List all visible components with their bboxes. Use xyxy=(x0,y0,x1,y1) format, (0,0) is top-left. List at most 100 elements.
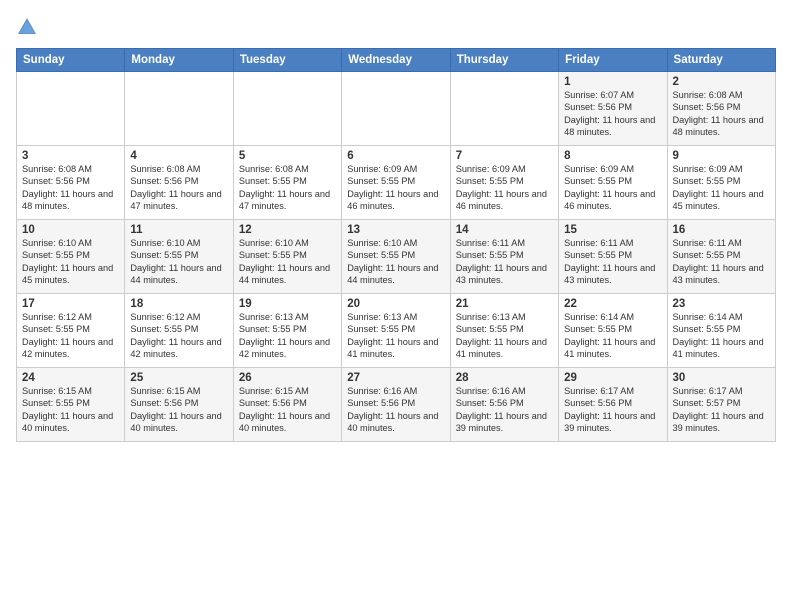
day-info: Sunrise: 6:08 AMSunset: 5:56 PMDaylight:… xyxy=(22,163,119,213)
calendar-cell: 15Sunrise: 6:11 AMSunset: 5:55 PMDayligh… xyxy=(559,220,667,294)
day-info: Sunrise: 6:11 AMSunset: 5:55 PMDaylight:… xyxy=(673,237,770,287)
day-number: 11 xyxy=(130,224,227,236)
day-number: 24 xyxy=(22,372,119,384)
day-info: Sunrise: 6:12 AMSunset: 5:55 PMDaylight:… xyxy=(22,311,119,361)
day-info: Sunrise: 6:10 AMSunset: 5:55 PMDaylight:… xyxy=(239,237,336,287)
day-info: Sunrise: 6:07 AMSunset: 5:56 PMDaylight:… xyxy=(564,89,661,139)
calendar-cell: 2Sunrise: 6:08 AMSunset: 5:56 PMDaylight… xyxy=(667,72,775,146)
calendar-week-4: 24Sunrise: 6:15 AMSunset: 5:55 PMDayligh… xyxy=(17,368,776,442)
calendar-cell: 6Sunrise: 6:09 AMSunset: 5:55 PMDaylight… xyxy=(342,146,450,220)
day-number: 9 xyxy=(673,150,770,162)
calendar-cell xyxy=(125,72,233,146)
calendar-cell xyxy=(17,72,125,146)
calendar-cell: 29Sunrise: 6:17 AMSunset: 5:56 PMDayligh… xyxy=(559,368,667,442)
day-info: Sunrise: 6:13 AMSunset: 5:55 PMDaylight:… xyxy=(347,311,444,361)
header xyxy=(16,16,776,38)
day-number: 19 xyxy=(239,298,336,310)
day-info: Sunrise: 6:09 AMSunset: 5:55 PMDaylight:… xyxy=(564,163,661,213)
calendar-cell: 10Sunrise: 6:10 AMSunset: 5:55 PMDayligh… xyxy=(17,220,125,294)
day-number: 17 xyxy=(22,298,119,310)
calendar-header-row: SundayMondayTuesdayWednesdayThursdayFrid… xyxy=(17,49,776,72)
day-info: Sunrise: 6:10 AMSunset: 5:55 PMDaylight:… xyxy=(347,237,444,287)
calendar-header-saturday: Saturday xyxy=(667,49,775,72)
day-number: 14 xyxy=(456,224,553,236)
day-number: 16 xyxy=(673,224,770,236)
day-info: Sunrise: 6:08 AMSunset: 5:56 PMDaylight:… xyxy=(673,89,770,139)
day-number: 27 xyxy=(347,372,444,384)
day-number: 13 xyxy=(347,224,444,236)
calendar-header-monday: Monday xyxy=(125,49,233,72)
calendar-cell: 7Sunrise: 6:09 AMSunset: 5:55 PMDaylight… xyxy=(450,146,558,220)
day-number: 26 xyxy=(239,372,336,384)
calendar-header-tuesday: Tuesday xyxy=(233,49,341,72)
day-info: Sunrise: 6:15 AMSunset: 5:56 PMDaylight:… xyxy=(239,385,336,435)
calendar-cell: 11Sunrise: 6:10 AMSunset: 5:55 PMDayligh… xyxy=(125,220,233,294)
day-number: 30 xyxy=(673,372,770,384)
page: SundayMondayTuesdayWednesdayThursdayFrid… xyxy=(0,0,792,612)
calendar-header-thursday: Thursday xyxy=(450,49,558,72)
day-number: 25 xyxy=(130,372,227,384)
calendar-cell: 12Sunrise: 6:10 AMSunset: 5:55 PMDayligh… xyxy=(233,220,341,294)
calendar-cell xyxy=(450,72,558,146)
day-number: 2 xyxy=(673,76,770,88)
day-number: 3 xyxy=(22,150,119,162)
day-info: Sunrise: 6:17 AMSunset: 5:56 PMDaylight:… xyxy=(564,385,661,435)
day-info: Sunrise: 6:08 AMSunset: 5:55 PMDaylight:… xyxy=(239,163,336,213)
day-info: Sunrise: 6:15 AMSunset: 5:56 PMDaylight:… xyxy=(130,385,227,435)
calendar-cell: 19Sunrise: 6:13 AMSunset: 5:55 PMDayligh… xyxy=(233,294,341,368)
day-info: Sunrise: 6:16 AMSunset: 5:56 PMDaylight:… xyxy=(347,385,444,435)
calendar-week-2: 10 Sunrise: 6:10 AMSunset: 5:55 PMDayligh… xyxy=(17,220,776,294)
calendar-cell: 16Sunrise: 6:11 AMSunset: 5:55 PMDayligh… xyxy=(667,220,775,294)
day-number: 15 xyxy=(564,224,661,236)
day-number: 7 xyxy=(456,150,553,162)
calendar-table: SundayMondayTuesdayWednesdayThursdayFrid… xyxy=(16,48,776,442)
day-number: 6 xyxy=(347,150,444,162)
calendar-cell: 9Sunrise: 6:09 AMSunset: 5:55 PMDaylight… xyxy=(667,146,775,220)
calendar-cell: 14Sunrise: 6:11 AMSunset: 5:55 PMDayligh… xyxy=(450,220,558,294)
calendar-cell: 28Sunrise: 6:16 AMSunset: 5:56 PMDayligh… xyxy=(450,368,558,442)
calendar-cell: 26Sunrise: 6:15 AMSunset: 5:56 PMDayligh… xyxy=(233,368,341,442)
calendar-cell: 5Sunrise: 6:08 AMSunset: 5:55 PMDaylight… xyxy=(233,146,341,220)
day-number: 23 xyxy=(673,298,770,310)
day-info: Sunrise: 6:17 AMSunset: 5:57 PMDaylight:… xyxy=(673,385,770,435)
calendar-cell: 30Sunrise: 6:17 AMSunset: 5:57 PMDayligh… xyxy=(667,368,775,442)
calendar-cell: 25Sunrise: 6:15 AMSunset: 5:56 PMDayligh… xyxy=(125,368,233,442)
calendar-week-3: 17Sunrise: 6:12 AMSunset: 5:55 PMDayligh… xyxy=(17,294,776,368)
day-info: Sunrise: 6:12 AMSunset: 5:55 PMDaylight:… xyxy=(130,311,227,361)
day-number: 5 xyxy=(239,150,336,162)
day-number: 20 xyxy=(347,298,444,310)
calendar-cell xyxy=(233,72,341,146)
day-info: Sunrise: 6:09 AMSunset: 5:55 PMDaylight:… xyxy=(673,163,770,213)
calendar-week-1: 3Sunrise: 6:08 AMSunset: 5:56 PMDaylight… xyxy=(17,146,776,220)
calendar-cell: 22Sunrise: 6:14 AMSunset: 5:55 PMDayligh… xyxy=(559,294,667,368)
logo-icon xyxy=(16,16,38,38)
calendar-cell: 17Sunrise: 6:12 AMSunset: 5:55 PMDayligh… xyxy=(17,294,125,368)
day-info: Sunrise: 6:11 AMSunset: 5:55 PMDaylight:… xyxy=(456,237,553,287)
calendar-cell: 1Sunrise: 6:07 AMSunset: 5:56 PMDaylight… xyxy=(559,72,667,146)
day-info: Sunrise: 6:13 AMSunset: 5:55 PMDaylight:… xyxy=(239,311,336,361)
day-number: 8 xyxy=(564,150,661,162)
day-number: 12 xyxy=(239,224,336,236)
day-info: Sunrise: 6:13 AMSunset: 5:55 PMDaylight:… xyxy=(456,311,553,361)
day-info: Sunrise: 6:08 AMSunset: 5:56 PMDaylight:… xyxy=(130,163,227,213)
calendar-cell: 8Sunrise: 6:09 AMSunset: 5:55 PMDaylight… xyxy=(559,146,667,220)
calendar-cell: 4Sunrise: 6:08 AMSunset: 5:56 PMDaylight… xyxy=(125,146,233,220)
day-info: Sunrise: 6:15 AMSunset: 5:55 PMDaylight:… xyxy=(22,385,119,435)
calendar-week-0: 1Sunrise: 6:07 AMSunset: 5:56 PMDaylight… xyxy=(17,72,776,146)
day-number: 1 xyxy=(564,76,661,88)
day-info: Sunrise: 6:10 AMSunset: 5:55 PMDaylight:… xyxy=(130,237,227,287)
calendar-cell xyxy=(342,72,450,146)
calendar-cell: 20Sunrise: 6:13 AMSunset: 5:55 PMDayligh… xyxy=(342,294,450,368)
calendar-header-wednesday: Wednesday xyxy=(342,49,450,72)
calendar-cell: 23Sunrise: 6:14 AMSunset: 5:55 PMDayligh… xyxy=(667,294,775,368)
day-info: Sunrise: 6:14 AMSunset: 5:55 PMDaylight:… xyxy=(564,311,661,361)
day-number: 10 xyxy=(22,224,119,236)
day-info: Sunrise: 6:09 AMSunset: 5:55 PMDaylight:… xyxy=(456,163,553,213)
day-number: 28 xyxy=(456,372,553,384)
logo xyxy=(16,16,42,38)
day-info: Sunrise: 6:11 AMSunset: 5:55 PMDaylight:… xyxy=(564,237,661,287)
day-number: 22 xyxy=(564,298,661,310)
calendar-header-friday: Friday xyxy=(559,49,667,72)
day-info: Sunrise: 6:16 AMSunset: 5:56 PMDaylight:… xyxy=(456,385,553,435)
day-number: 4 xyxy=(130,150,227,162)
